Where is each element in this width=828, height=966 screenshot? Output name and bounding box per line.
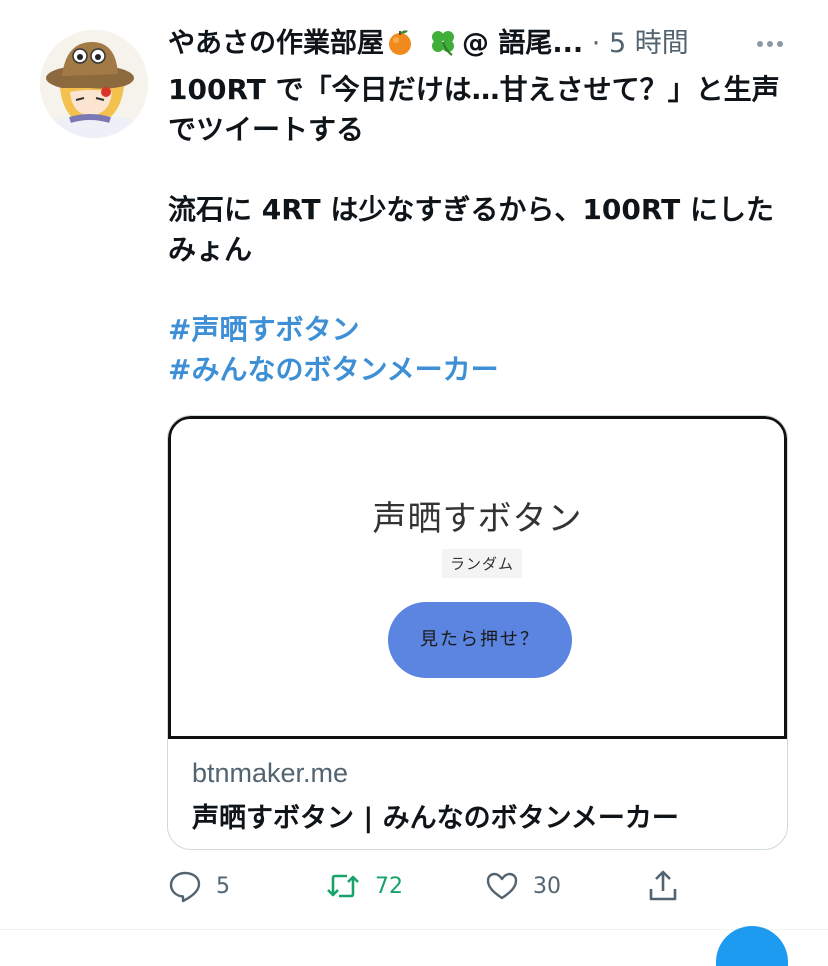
hashtag-link[interactable]: #みんなのボタンメーカー — [168, 350, 788, 390]
reply-count: 5 — [216, 873, 230, 899]
reply-icon — [169, 871, 201, 903]
card-media-tag: ランダム — [442, 549, 523, 578]
card-media[interactable]: 声晒すボタン ランダム 見たら押せ？ — [168, 416, 787, 739]
retweet-icon — [327, 874, 359, 898]
like-count: 30 — [533, 873, 561, 899]
share-button[interactable] — [648, 866, 678, 906]
like-icon — [486, 872, 518, 900]
tweet-divider — [0, 929, 828, 930]
hashtag-link[interactable]: #声晒すボタン — [168, 310, 788, 350]
timestamp[interactable]: 5 時間 — [609, 28, 689, 59]
tweet-header: やあさの作業部屋 @ 語尾... · 5 時間 — [168, 24, 788, 64]
handle[interactable]: @ 語尾... — [462, 28, 583, 59]
card-media-title: 声晒すボタン — [372, 499, 583, 539]
retweet-count: 72 — [375, 873, 403, 899]
tweet-text: 100RT で「今日だけは…甘えさせて？」と生声でツイートする 流石に 4RT … — [168, 70, 788, 390]
reply-button[interactable]: 5 — [168, 866, 230, 906]
avatar-image — [40, 30, 148, 138]
display-name[interactable]: やあさの作業部屋 — [168, 28, 384, 59]
share-icon — [649, 870, 677, 901]
orange-emoji-icon — [386, 28, 414, 56]
tweet[interactable]: やあさの作業部屋 @ 語尾... · 5 時間 100RT で「今日だけは…甘えさ… — [0, 0, 828, 966]
like-button[interactable]: 30 — [485, 866, 561, 906]
card-title: 声晒すボタン | みんなのボタンメーカー — [192, 803, 679, 834]
more-icon[interactable] — [755, 32, 785, 56]
tweet-text-line-2: 流石に 4RT は少なすぎるから、100RT にしたみょん — [168, 193, 774, 266]
tweet-text-line-1: 100RT で「今日だけは…甘えさせて？」と生声でツイートする — [168, 73, 780, 146]
card-media-button: 見たら押せ？ — [388, 602, 572, 678]
avatar[interactable] — [40, 30, 148, 138]
card-domain: btnmaker.me — [192, 758, 349, 788]
compose-button[interactable] — [716, 926, 788, 966]
link-card[interactable]: 声晒すボタン ランダム 見たら押せ？ btnmaker.me 声晒すボタン | … — [167, 415, 788, 850]
retweet-button[interactable]: 72 — [325, 866, 403, 906]
clover-emoji-icon — [428, 27, 458, 57]
